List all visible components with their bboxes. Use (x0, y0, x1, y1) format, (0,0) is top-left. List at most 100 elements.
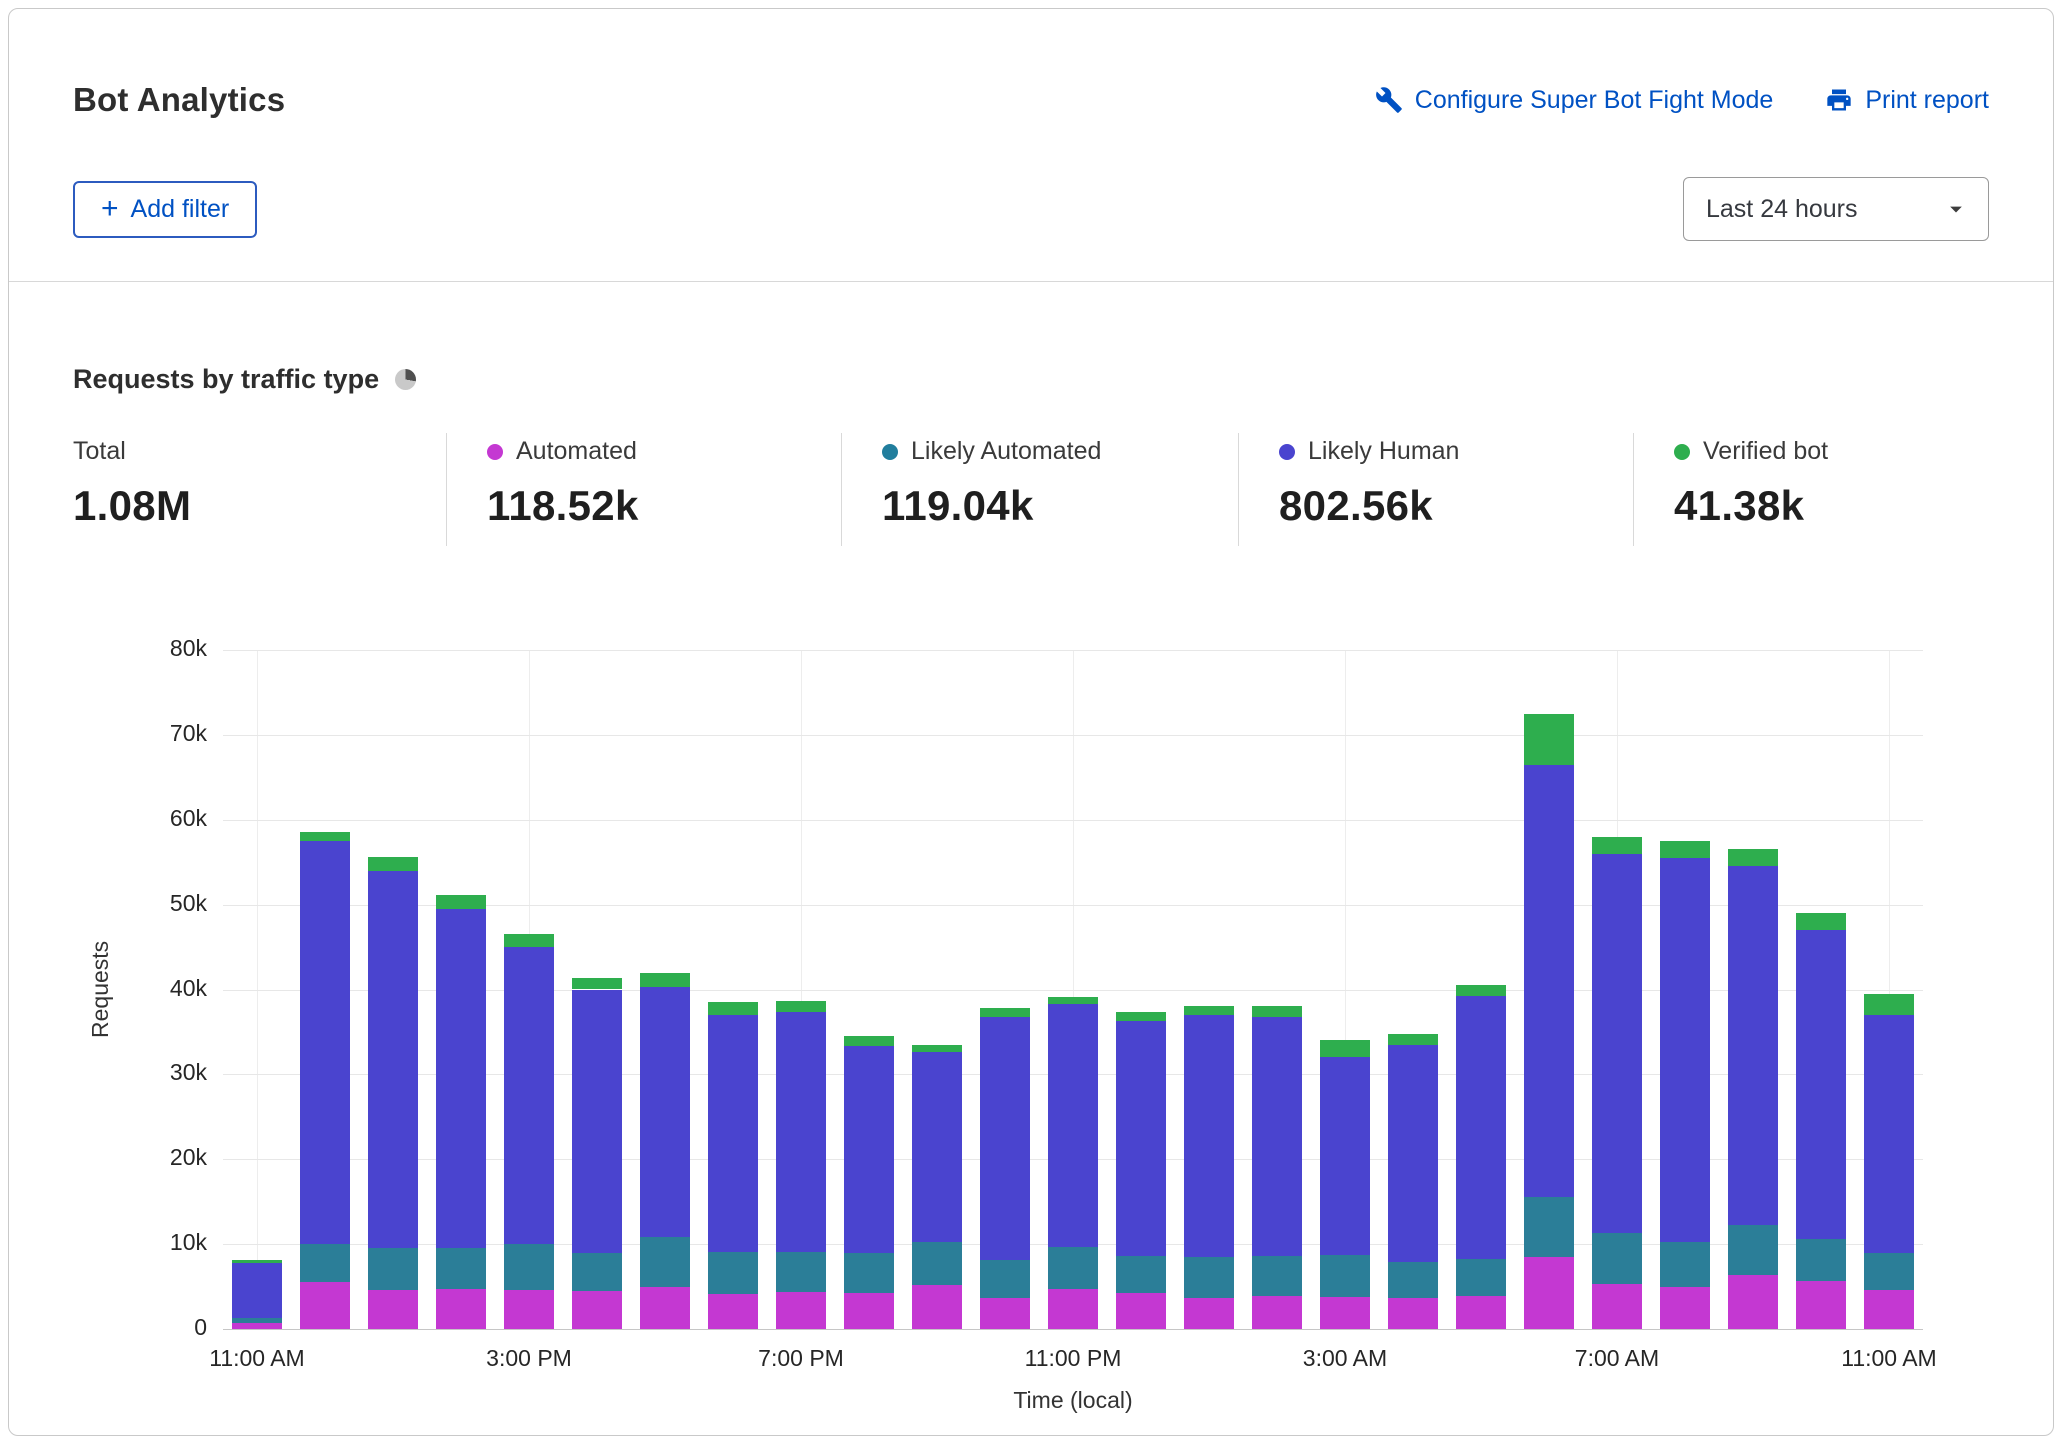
bar-segment-likely-automated (1184, 1257, 1234, 1299)
x-axis-tick-label: 7:00 AM (1527, 1345, 1707, 1372)
bar-segment-likely-automated (776, 1252, 826, 1292)
bar-segment-verified-bot (980, 1008, 1030, 1016)
bar-segment-likely-human (844, 1046, 894, 1252)
bar-segment-verified-bot (572, 978, 622, 990)
stat-total: Total 1.08M (73, 433, 446, 546)
stat-value: 41.38k (1674, 482, 1989, 530)
stat-value: 1.08M (73, 482, 446, 530)
bar-segment-likely-automated (1660, 1242, 1710, 1288)
card-body: Requests by traffic type Total 1.08M Autom… (9, 282, 2053, 1426)
bar-segment-likely-human (1252, 1017, 1302, 1256)
bar-segment-likely-human (436, 909, 486, 1248)
bar-segment-likely-human (1320, 1057, 1370, 1255)
stat-label: Total (73, 437, 126, 466)
print-report-link[interactable]: Print report (1825, 86, 1989, 115)
bar-segment-verified-bot (300, 832, 350, 840)
bar-segment-verified-bot (1048, 997, 1098, 1004)
bar-segment-automated (300, 1282, 350, 1329)
bar-segment-likely-automated (504, 1244, 554, 1290)
bar-segment-verified-bot (1252, 1006, 1302, 1016)
stat-label: Verified bot (1703, 437, 1828, 466)
bar-segment-automated (1320, 1297, 1370, 1329)
bar-segment-automated (1796, 1281, 1846, 1329)
x-axis-tick-label: 3:00 AM (1255, 1345, 1435, 1372)
bar-segment-likely-human (1796, 930, 1846, 1239)
bar-segment-verified-bot (776, 1001, 826, 1013)
print-link-label: Print report (1865, 86, 1989, 115)
bar-segment-verified-bot (912, 1045, 962, 1053)
bar-segment-verified-bot (1796, 913, 1846, 930)
stat-likely-automated: Likely Automated119.04k (841, 433, 1238, 546)
bar-segment-automated (1116, 1293, 1166, 1329)
bar-segment-likely-human (1660, 858, 1710, 1242)
add-filter-button[interactable]: + Add filter (73, 181, 257, 238)
bar-segment-automated (980, 1298, 1030, 1329)
gridline-horizontal (223, 1329, 1923, 1330)
bar-segment-likely-automated (844, 1253, 894, 1293)
bar-segment-likely-human (232, 1263, 282, 1318)
bar-segment-automated (1728, 1275, 1778, 1329)
bar-segment-likely-human (912, 1052, 962, 1241)
bar-segment-likely-human (776, 1012, 826, 1251)
bar-segment-likely-human (1592, 854, 1642, 1233)
bar-segment-likely-automated (708, 1252, 758, 1294)
stat-likely-human: Likely Human 802.56k (1238, 433, 1633, 546)
traffic-type-stats: Total1.08MAutomated118.52kLikely Automat… (73, 433, 1989, 546)
bar-segment-verified-bot (1184, 1006, 1234, 1014)
bar-segment-likely-human (504, 947, 554, 1244)
legend-dot (882, 444, 898, 460)
stat-value: 118.52k (487, 482, 841, 530)
plus-icon: + (101, 196, 119, 222)
bar-segment-likely-human (1048, 1004, 1098, 1247)
bar-segment-likely-human (300, 841, 350, 1244)
bar-segment-automated (232, 1323, 282, 1329)
bar-segment-likely-human (1456, 996, 1506, 1258)
stat-label: Likely Human (1308, 437, 1459, 466)
section-title: Requests by traffic type (73, 364, 379, 395)
x-axis-tick-label: 3:00 PM (439, 1345, 619, 1372)
bar-segment-verified-bot (1388, 1034, 1438, 1045)
add-filter-label: Add filter (131, 195, 230, 224)
bot-analytics-card: Bot Analytics Configure Super Bot Fight … (8, 8, 2054, 1436)
bar-segment-verified-bot (368, 857, 418, 871)
bar-segment-likely-automated (912, 1242, 962, 1285)
y-axis-label: Requests (87, 650, 114, 1329)
bar-segment-likely-human (1184, 1015, 1234, 1257)
bar-segment-verified-bot (1456, 985, 1506, 996)
gridline-horizontal (223, 650, 1923, 651)
stat-value: 802.56k (1279, 482, 1633, 530)
x-axis-label: Time (local) (953, 1387, 1193, 1414)
legend-dot (487, 444, 503, 460)
bar-segment-automated (1592, 1284, 1642, 1329)
bar-segment-likely-human (1524, 765, 1574, 1198)
bar-segment-likely-automated (1456, 1259, 1506, 1296)
configure-link-label: Configure Super Bot Fight Mode (1415, 86, 1774, 115)
bar-segment-likely-human (1728, 866, 1778, 1224)
time-range-select[interactable]: Last 24 hours (1683, 177, 1989, 241)
configure-super-bot-fight-mode-link[interactable]: Configure Super Bot Fight Mode (1375, 86, 1774, 115)
bar-segment-automated (1864, 1290, 1914, 1329)
legend-dot (1279, 444, 1295, 460)
bar-segment-likely-automated (1388, 1262, 1438, 1298)
bar-segment-automated (640, 1287, 690, 1329)
x-axis-tick-label: 11:00 PM (983, 1345, 1163, 1372)
bar-segment-automated (1524, 1257, 1574, 1329)
bar-segment-verified-bot (1592, 837, 1642, 854)
stat-label: Likely Automated (911, 437, 1101, 466)
bar-segment-verified-bot (1116, 1012, 1166, 1020)
bar-segment-likely-human (1388, 1045, 1438, 1262)
bar-segment-likely-human (1116, 1021, 1166, 1256)
bar-segment-automated (436, 1289, 486, 1329)
bar-segment-likely-automated (980, 1260, 1030, 1298)
bar-segment-automated (1048, 1289, 1098, 1329)
bar-segment-likely-automated (1592, 1233, 1642, 1284)
bar-segment-automated (368, 1290, 418, 1329)
bar-segment-verified-bot (232, 1260, 282, 1263)
bar-segment-likely-automated (232, 1318, 282, 1323)
bar-segment-automated (504, 1290, 554, 1329)
bar-segment-verified-bot (640, 973, 690, 987)
stat-label: Automated (516, 437, 637, 466)
requests-by-traffic-type-chart: 010k20k30k40k50k60k70k80k11:00 AM3:00 PM… (73, 636, 1989, 1426)
stat-verified-bot: Verified bot 41.38k (1633, 433, 1989, 546)
x-axis-tick-label: 7:00 PM (711, 1345, 891, 1372)
